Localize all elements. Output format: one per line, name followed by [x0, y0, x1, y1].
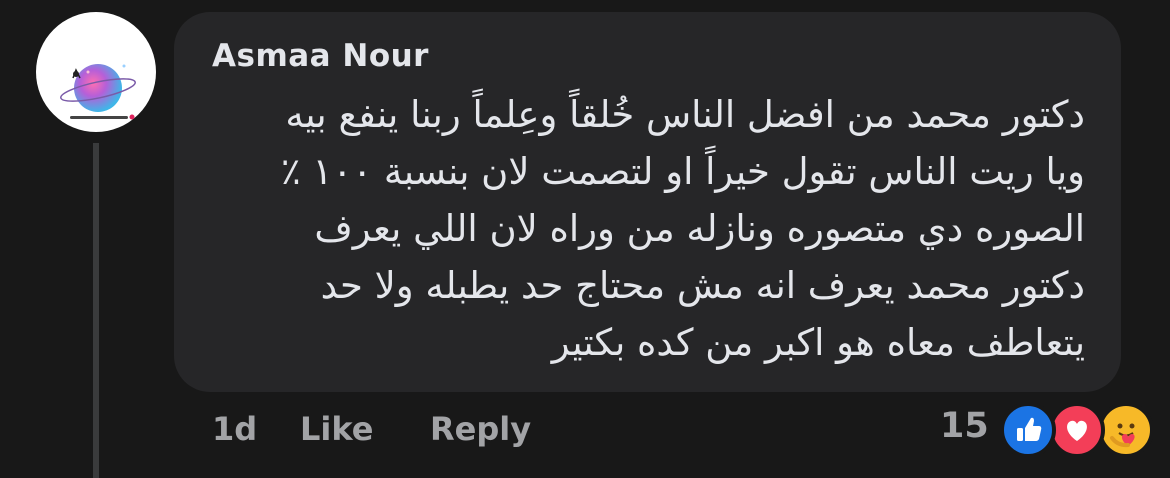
avatar[interactable]	[36, 12, 156, 132]
reaction-count[interactable]: 15	[940, 406, 989, 446]
care-icon[interactable]	[1098, 402, 1154, 458]
thread-line	[93, 143, 99, 478]
comment-line: يتعاطف معاه هو اكبر من كده بكتير	[551, 321, 1085, 364]
like-button[interactable]: Like	[300, 410, 373, 448]
comment-line: الصوره دي متصوره ونازله من وراه لان اللي…	[314, 207, 1085, 250]
comment-line: دكتور محمد من افضل الناس خُلقاً وعِلماً …	[285, 93, 1085, 136]
reply-button[interactable]: Reply	[430, 410, 531, 448]
comment-text: دكتور محمد من افضل الناس خُلقاً وعِلماً …	[200, 86, 1085, 371]
planet-avatar-icon	[60, 64, 136, 120]
love-icon[interactable]	[1049, 402, 1105, 458]
comment-line: دكتور محمد يعرف انه مش محتاج حد يطبله ول…	[320, 264, 1085, 307]
comment-line: ويا ريت الناس تقول خيراً او لتصمت لان بن…	[280, 150, 1085, 193]
author-name[interactable]: Asmaa Nour	[212, 38, 429, 74]
timestamp-link[interactable]: 1d	[212, 410, 257, 448]
like-icon[interactable]	[1000, 402, 1056, 458]
